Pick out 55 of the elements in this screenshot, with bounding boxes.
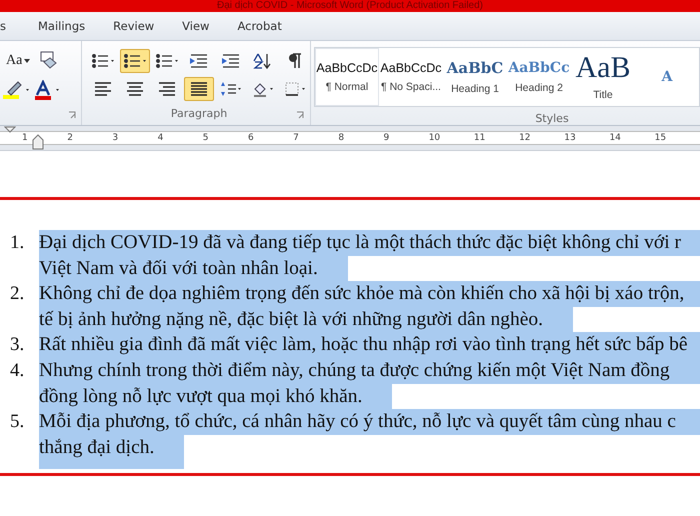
ruler-number: 13 xyxy=(564,133,576,143)
ruler-number: 4 xyxy=(158,133,164,143)
caret-icon xyxy=(24,58,30,63)
ruler-number: 12 xyxy=(519,133,531,143)
multilevel-icon xyxy=(155,52,179,70)
list-item-text: đồng lòng nỗ lực vượt qua mọi khó khăn. xyxy=(39,386,362,407)
ribbon-tab[interactable]: Review xyxy=(99,19,168,33)
ruler-number: 8 xyxy=(338,133,344,143)
dialog-launcher-icon[interactable] xyxy=(68,111,76,119)
highlighter-icon[interactable] xyxy=(2,80,32,102)
line-spacing-icon xyxy=(219,80,243,98)
ruler-number: 7 xyxy=(293,133,299,143)
list-item-text: Không chỉ đe dọa nghiêm trọng đến sức khỏe mà còn khiến cho xã hội bị xáo trộn, xyxy=(39,283,684,304)
style-item[interactable]: AaBbCc Heading 2 xyxy=(507,48,571,106)
ribbon-tab[interactable]: View xyxy=(168,19,224,33)
ruler-number: 1 xyxy=(22,133,28,143)
list-item-text: Rất nhiều gia đình đã mất việc làm, hoặc thu nhập rơi vào tình trạng hết sức bấp bê xyxy=(39,334,688,356)
list-number: 3. xyxy=(9,333,26,358)
list-item-text: Đại dịch COVID-19 đã và đang tiếp tục là một thách thức đặc biệt không chỉ với r xyxy=(39,232,681,253)
justify-button[interactable] xyxy=(184,77,214,101)
style-item[interactable]: AaBbCcDc ¶ No Spaci... xyxy=(379,48,443,106)
ruler-number: 14 xyxy=(609,133,621,143)
ruler-number: 6 xyxy=(248,133,254,143)
style-item[interactable]: AaB Title xyxy=(571,48,635,106)
window-title: Đại dịch COVID - Microsoft Word (Product Activation Failed) xyxy=(216,0,483,12)
group-label: Paragraph xyxy=(170,107,228,120)
style-item[interactable]: AaBbCcDc ¶ Normal xyxy=(315,48,379,106)
style-item[interactable]: A xyxy=(635,48,699,106)
list-number: 5. xyxy=(9,410,26,434)
ruler-number: 9 xyxy=(384,133,390,143)
list-item-text: Việt Nam và đối với toàn nhân loại. xyxy=(39,258,318,279)
ribbon-tab[interactable]: Acrobat xyxy=(223,19,296,33)
list-number: 1. xyxy=(9,231,26,255)
ruler-number: 5 xyxy=(202,133,208,143)
style-item[interactable]: AaBbC Heading 1 xyxy=(443,48,507,106)
change-case-button[interactable]: Aa xyxy=(2,53,34,69)
ribbon-tab[interactable]: Mailings xyxy=(24,19,100,33)
ruler-number: 11 xyxy=(474,133,486,143)
numbering-icon xyxy=(123,52,147,70)
list-item-text: tế bị ảnh hưởng nặng nề, đặc biệt là với những người dân nghèo. xyxy=(39,308,543,330)
numbering-button[interactable] xyxy=(120,49,150,73)
dialog-launcher-icon[interactable] xyxy=(296,111,304,119)
list-item-text: Mỗi địa phương, tổ chức, cá nhân hãy có ý thức, nỗ lực và quyết tâm cùng nhau c xyxy=(39,411,676,432)
group-label: Styles xyxy=(534,112,570,125)
ribbon-tab[interactable]: s xyxy=(0,19,24,33)
list-number: 2. xyxy=(9,282,26,306)
list-item-text: thắng đại dịch. xyxy=(39,436,154,458)
bullets-icon xyxy=(91,52,115,70)
list-number: 4. xyxy=(9,358,26,383)
ruler-number: 15 xyxy=(654,133,666,143)
ruler-number: 3 xyxy=(112,133,118,143)
borders-icon xyxy=(283,80,307,98)
ruler-number: 10 xyxy=(428,133,440,143)
list-item-text: Nhưng chính trong thời điểm này, chúng ta được chứng kiến một Việt Nam đồng xyxy=(39,360,670,381)
ruler-number: 2 xyxy=(67,133,73,143)
